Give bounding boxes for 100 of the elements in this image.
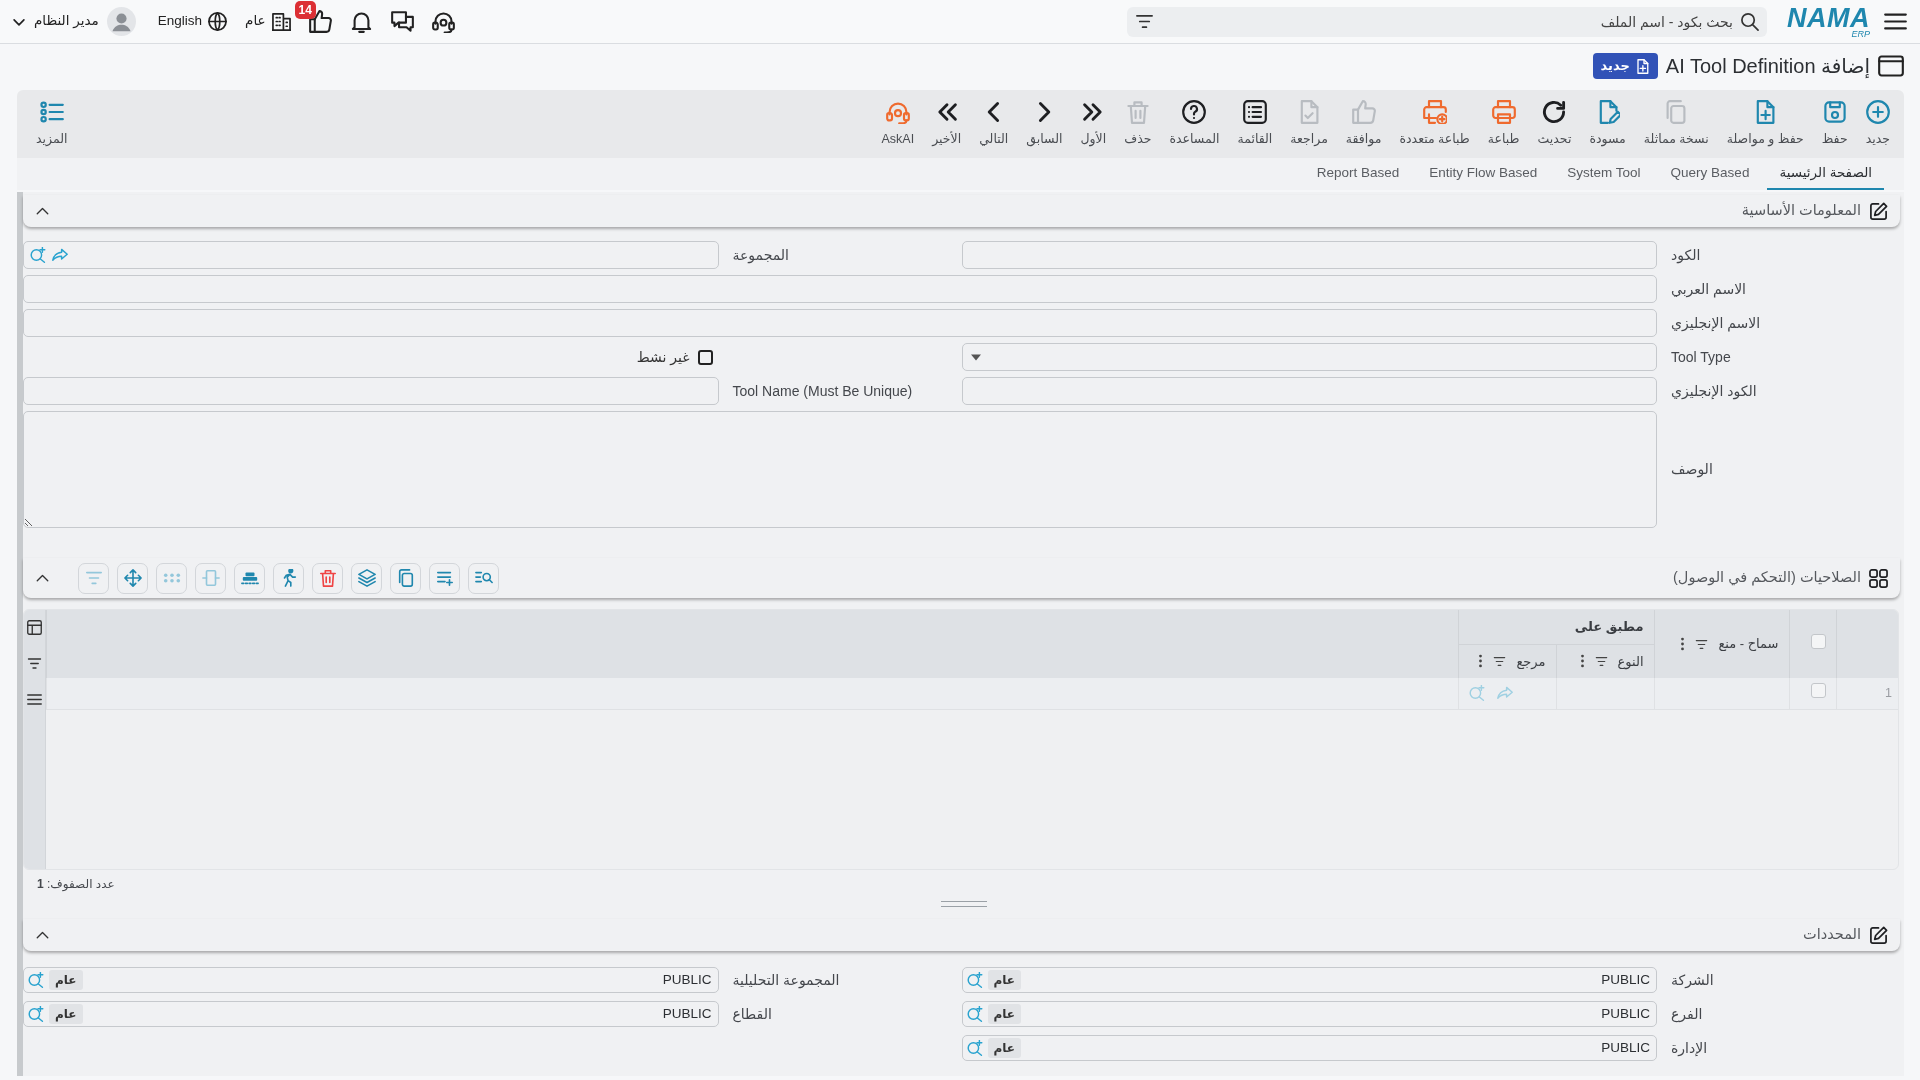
- toolbar-button[interactable]: المساعدة: [1160, 93, 1229, 155]
- bulleted-list-icon: [39, 99, 64, 124]
- field-label: الاسم الإنجليزي: [1671, 313, 1761, 334]
- printer-icon: [1491, 99, 1516, 124]
- field-label: الوصف: [1671, 460, 1713, 480]
- section-title: الصلاحيات (التحكم في الوصول): [1673, 568, 1861, 588]
- filter-icon[interactable]: [27, 656, 42, 671]
- plus-circle-icon: [1865, 99, 1890, 124]
- toolbar-button[interactable]: التالي: [970, 93, 1018, 155]
- value-tag: عام: [987, 970, 1021, 990]
- company-selector[interactable]: عام: [245, 11, 291, 32]
- tool-button[interactable]: [468, 562, 499, 594]
- filter-icon: [84, 569, 103, 587]
- field-label: الإدارة: [1671, 1038, 1708, 1059]
- toolbar-button[interactable]: جديد: [1856, 93, 1899, 155]
- toolbar-button[interactable]: تحديث: [1528, 93, 1581, 155]
- column-width-icon: [201, 569, 220, 587]
- edit-square-icon: [1869, 201, 1888, 221]
- user-menu[interactable]: مدير النظام: [12, 7, 136, 36]
- more-button[interactable]: المزيد: [27, 93, 77, 155]
- notification-badge: 14: [294, 1, 316, 19]
- headset-icon[interactable]: [431, 10, 455, 33]
- copy-icon: [396, 569, 415, 587]
- filter-icon[interactable]: [1135, 12, 1154, 31]
- column-header[interactable]: سماح - منع: [1654, 610, 1789, 678]
- value-tag: عام: [49, 1004, 83, 1024]
- search-plus-icon[interactable]: [28, 972, 44, 988]
- text-field[interactable]: [961, 241, 1657, 269]
- search-plus-icon[interactable]: [966, 1006, 983, 1022]
- toolbar-button[interactable]: الأخير: [923, 93, 971, 155]
- tool-button[interactable]: [351, 562, 382, 594]
- list-icon: [1242, 99, 1267, 124]
- tool-button[interactable]: [117, 562, 148, 594]
- tab[interactable]: الصفحة الرئيسية: [1767, 158, 1884, 190]
- tool-button[interactable]: [312, 562, 343, 594]
- column-header[interactable]: النوع: [1556, 644, 1654, 678]
- filter-icon[interactable]: [1695, 637, 1709, 651]
- move-arrows-icon: [123, 569, 142, 587]
- toolbar-button[interactable]: مسودة: [1580, 93, 1635, 155]
- text-field[interactable]: [23, 377, 719, 405]
- tool-button[interactable]: [234, 562, 265, 594]
- tab[interactable]: Entity Flow Based: [1417, 158, 1550, 190]
- field-label: Tool Type: [1671, 347, 1731, 367]
- field-label: الاسم العربي: [1671, 279, 1746, 300]
- globe-icon: [208, 12, 228, 31]
- splitter-handle[interactable]: [940, 901, 987, 907]
- section-title: المعلومات الأساسية: [1741, 200, 1861, 221]
- toolbar-button[interactable]: حفظ: [1812, 93, 1857, 155]
- language-selector[interactable]: English: [157, 11, 228, 32]
- tab[interactable]: Query Based: [1658, 158, 1762, 190]
- section-title: المحددات: [1803, 925, 1861, 945]
- text-field[interactable]: [961, 377, 1657, 405]
- search-icon: [1740, 12, 1759, 31]
- row-number: 1: [1885, 685, 1892, 700]
- toolbar-button[interactable]: القائمة: [1228, 93, 1282, 155]
- list-plus-icon: [435, 569, 454, 587]
- menu-icon[interactable]: [27, 692, 42, 707]
- logo-suffix: ERP: [1851, 29, 1870, 39]
- edit-square-icon: [1869, 925, 1888, 945]
- tool-button[interactable]: [429, 562, 460, 594]
- field-label: الكود: [1671, 245, 1701, 266]
- trash-icon: [318, 569, 337, 587]
- thumbs-up-icon: [1351, 99, 1376, 124]
- text-field[interactable]: [23, 309, 1657, 337]
- toolbar-button[interactable]: الأول: [1071, 93, 1116, 155]
- refresh-icon: [1542, 99, 1567, 124]
- chat-bubbles-icon[interactable]: [390, 10, 414, 33]
- lookup-field[interactable]: [23, 241, 719, 269]
- tool-button[interactable]: [273, 562, 304, 594]
- share-arrow-icon[interactable]: [52, 247, 68, 263]
- search-plus-icon[interactable]: [30, 247, 46, 263]
- search-plus-icon[interactable]: [966, 1040, 983, 1056]
- search-plus-icon[interactable]: [966, 972, 983, 988]
- user-avatar-icon: [106, 7, 136, 36]
- toolbar-button[interactable]: حفظ و مواصلة: [1717, 93, 1813, 155]
- badge-label: جديد: [1600, 57, 1630, 76]
- field-label: المجموعة: [732, 245, 789, 266]
- checkbox[interactable]: [697, 349, 713, 365]
- search-plus-icon[interactable]: [28, 1006, 44, 1022]
- filter-icon[interactable]: [1493, 654, 1507, 668]
- toolbar-button[interactable]: طباعة: [1478, 93, 1529, 155]
- kebab-icon[interactable]: [1680, 637, 1686, 651]
- column-group-label: مطبق على: [1574, 619, 1644, 634]
- toolbar-button[interactable]: السابق: [1017, 93, 1072, 155]
- bell-icon[interactable]: [349, 10, 373, 33]
- layers-icon: [357, 569, 376, 587]
- building-icon: [271, 12, 291, 31]
- search-field[interactable]: بحث بكود - اسم الملف: [1127, 6, 1767, 37]
- toolbar-button[interactable]: AskAI: [872, 93, 924, 155]
- dropdown-field[interactable]: [961, 343, 1657, 371]
- toolbar-button[interactable]: طباعة متعددة: [1390, 93, 1479, 155]
- kebab-icon[interactable]: [1579, 654, 1585, 669]
- tab[interactable]: Report Based: [1304, 158, 1412, 190]
- filter-icon[interactable]: [1594, 654, 1608, 668]
- table-icon[interactable]: [27, 620, 42, 635]
- kebab-icon[interactable]: [1478, 654, 1484, 669]
- tab[interactable]: System Tool: [1555, 158, 1653, 190]
- column-header[interactable]: مرجع: [1458, 644, 1556, 678]
- tool-button[interactable]: [390, 562, 421, 594]
- text-field[interactable]: [23, 275, 1657, 303]
